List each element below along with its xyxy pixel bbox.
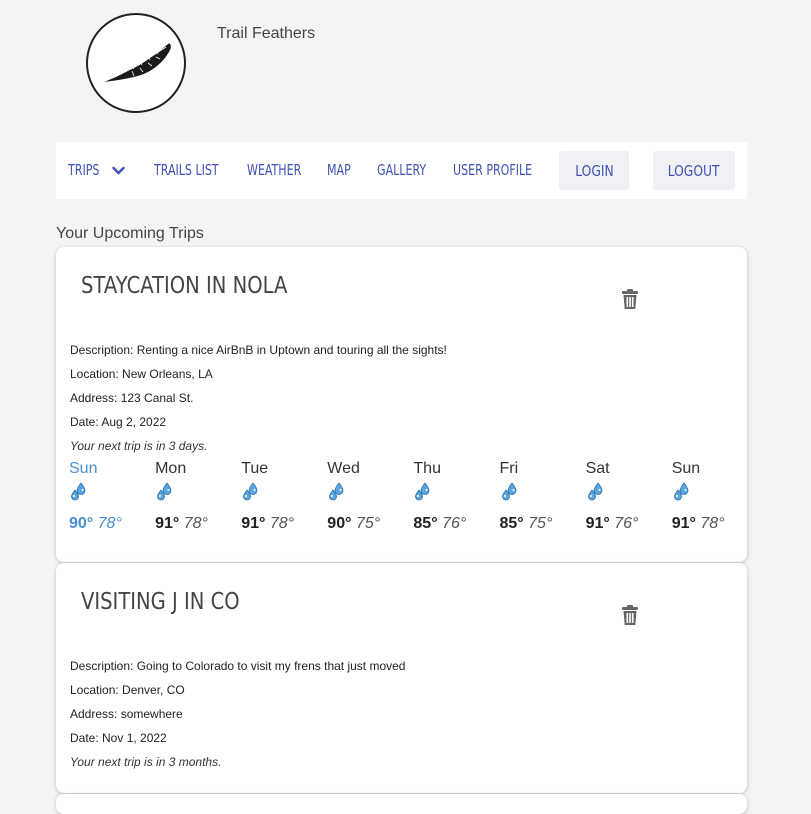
forecast-day: Sat 91° 76° <box>586 460 639 533</box>
trash-icon[interactable] <box>620 605 640 626</box>
forecast-temps: 85° 76° <box>413 515 466 533</box>
forecast-day-name: Wed <box>327 460 360 477</box>
nav-trails-list[interactable]: TRAILS LIST <box>154 161 219 179</box>
nav-map[interactable]: MAP <box>327 161 351 179</box>
trip-title: STAYCATION IN NOLA <box>81 273 288 299</box>
nav-weather[interactable]: WEATHER <box>247 161 301 179</box>
forecast-day-name: Thu <box>413 460 441 477</box>
forecast-high: 91° <box>671 515 696 532</box>
forecast-low: 75° <box>528 515 553 532</box>
logout-label: LOGOUT <box>668 161 720 180</box>
logo <box>86 13 186 113</box>
forecast-day-name: Fri <box>499 460 519 477</box>
forecast-day-name: Mon <box>155 460 187 477</box>
forecast-low: 78° <box>183 515 208 532</box>
forecast-high: 85° <box>499 515 524 532</box>
trip-location: Location: Denver, CO <box>70 683 185 697</box>
forecast-temps: 91° 78° <box>155 515 208 533</box>
trip-description: Description: Going to Colorado to visit … <box>70 659 406 673</box>
forecast-day: Thu 85° 76° <box>413 460 466 533</box>
forecast-day-name: Sun <box>69 460 98 477</box>
nav-trips-dropdown[interactable]: TRIPS <box>68 161 99 179</box>
forecast-temps: 90° 78° <box>69 515 122 533</box>
forecast-day-name: Tue <box>241 460 269 477</box>
forecast-day: Wed 90° 75° <box>327 460 380 533</box>
forecast-low: 78° <box>97 515 122 532</box>
trip-title: VISITING J IN CO <box>81 589 240 615</box>
trip-location: Location: New Orleans, LA <box>70 367 213 381</box>
rain-drops-icon <box>586 482 639 507</box>
forecast-day: Sun 90° 78° <box>69 460 122 533</box>
nav-trips-label: TRIPS <box>68 161 100 179</box>
forecast-low: 75° <box>355 515 381 532</box>
forecast-high: 90° <box>327 515 352 532</box>
trip-card: STAYCATION IN NOLA Description: Renting … <box>56 247 747 562</box>
forecast-temps: 91° 78° <box>672 515 725 533</box>
brand-name: Trail Feathers <box>217 25 316 42</box>
forecast-high: 85° <box>413 515 438 532</box>
main-nav: TRIPS TRAILS LIST WEATHER MAP GALLERY US… <box>56 142 747 199</box>
forecast-day: Sun 91° 78° <box>672 460 725 533</box>
forecast-low: 78° <box>700 515 725 532</box>
forecast-temps: 91° 78° <box>241 515 294 533</box>
trip-card: VISITING J IN CO Description: Going to C… <box>56 563 747 793</box>
forecast-temps: 91° 76° <box>586 515 639 533</box>
login-label: LOGIN <box>574 161 614 180</box>
trip-address: Address: somewhere <box>70 707 183 721</box>
forecast-low: 76° <box>614 515 639 532</box>
rain-drops-icon <box>500 482 553 507</box>
forecast-day-name: Sun <box>671 460 701 477</box>
feather-icon <box>101 43 171 83</box>
forecast-low: 78° <box>269 515 295 532</box>
forecast-high: 90° <box>69 515 94 532</box>
rain-drops-icon <box>672 482 725 507</box>
rain-drops-icon <box>413 482 466 507</box>
nav-user-profile[interactable]: USER PROFILE <box>453 161 532 179</box>
chevron-down-icon[interactable] <box>112 166 125 176</box>
forecast-temps: 85° 75° <box>500 515 553 533</box>
forecast-temps: 90° 75° <box>327 515 380 533</box>
trip-countdown: Your next trip is in 3 days. <box>70 439 208 453</box>
forecast-high: 91° <box>585 515 610 532</box>
trip-card <box>56 794 747 814</box>
trash-icon[interactable] <box>620 289 640 310</box>
rain-drops-icon <box>69 482 122 507</box>
forecast-day: Fri 85° 75° <box>500 460 553 533</box>
nav-gallery[interactable]: GALLERY <box>377 161 426 179</box>
logout-button[interactable]: LOGOUT <box>653 151 735 190</box>
trip-countdown: Your next trip is in 3 months. <box>70 755 222 769</box>
forecast-day: Mon 91° 78° <box>155 460 208 533</box>
forecast-high: 91° <box>155 515 180 532</box>
forecast-high: 91° <box>241 515 266 532</box>
rain-drops-icon <box>241 482 294 507</box>
section-title: Your Upcoming Trips <box>56 225 204 242</box>
forecast-low: 76° <box>442 515 467 532</box>
trip-description: Description: Renting a nice AirBnB in Up… <box>70 343 447 357</box>
trip-date: Date: Aug 2, 2022 <box>70 415 167 429</box>
forecast-day: Tue 91° 78° <box>241 460 294 533</box>
forecast-day-name: Sat <box>585 460 610 477</box>
rain-drops-icon <box>327 482 380 507</box>
rain-drops-icon <box>155 482 208 507</box>
trip-date: Date: Nov 1, 2022 <box>70 731 167 745</box>
login-button[interactable]: LOGIN <box>559 151 629 190</box>
trip-address: Address: 123 Canal St. <box>70 391 194 405</box>
